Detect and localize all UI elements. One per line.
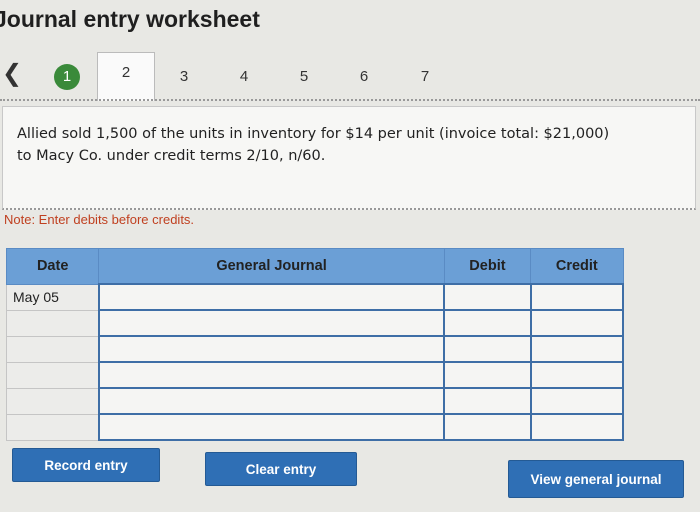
step-divider (0, 99, 700, 101)
date-cell (5, 413, 100, 441)
step-7[interactable]: 7 (412, 64, 438, 90)
step-6[interactable]: 6 (351, 64, 377, 90)
table-row (5, 361, 625, 389)
debit-input[interactable] (443, 309, 532, 337)
page-title: Journal entry worksheet (0, 6, 260, 32)
table-row (5, 335, 625, 363)
entry-note: Note: Enter debits before credits. (4, 212, 195, 227)
date-cell (5, 361, 100, 389)
date-column-header: Date (5, 248, 100, 285)
credit-input[interactable] (529, 413, 625, 441)
credit-input[interactable] (529, 387, 625, 415)
table-row (5, 413, 625, 441)
step-2[interactable]: 2 (97, 52, 155, 101)
account-input[interactable] (97, 361, 446, 389)
credit-input[interactable] (529, 361, 625, 389)
general-journal-column-header: General Journal (98, 248, 445, 285)
debit-input[interactable] (443, 387, 532, 415)
credit-input[interactable] (529, 335, 625, 363)
debit-input[interactable] (443, 413, 532, 441)
debit-column-header: Debit (443, 248, 532, 285)
date-cell: May 05 (5, 283, 100, 311)
transaction-description: Allied sold 1,500 of the units in invent… (17, 126, 610, 164)
chevron-left-icon[interactable]: ❮ (2, 62, 22, 86)
debit-input[interactable] (443, 335, 532, 363)
account-input[interactable] (97, 283, 446, 311)
account-input[interactable] (97, 309, 446, 337)
step-5[interactable]: 5 (291, 64, 317, 90)
account-input[interactable] (97, 335, 446, 363)
transaction-description-panel: Allied sold 1,500 of the units in invent… (2, 106, 696, 210)
view-general-journal-button[interactable]: View general journal (508, 460, 684, 498)
credit-input[interactable] (529, 283, 625, 311)
debit-input[interactable] (443, 283, 532, 311)
table-row: May 05 (5, 283, 625, 311)
step-3[interactable]: 3 (171, 64, 197, 90)
date-cell (5, 309, 100, 337)
clear-entry-button[interactable]: Clear entry (205, 452, 357, 486)
record-entry-button[interactable]: Record entry (12, 448, 160, 482)
step-navigator: ❮ 1 2 3 4 5 6 7 (0, 52, 700, 102)
step-4[interactable]: 4 (231, 64, 257, 90)
account-input[interactable] (97, 387, 446, 415)
date-cell (5, 335, 100, 363)
table-row (5, 387, 625, 415)
date-cell (5, 387, 100, 415)
table-row (5, 309, 625, 337)
step-1[interactable]: 1 (54, 64, 80, 90)
account-input[interactable] (97, 413, 446, 441)
debit-input[interactable] (443, 361, 532, 389)
journal-table: Date General Journal Debit Credit May 05 (5, 248, 625, 441)
credit-input[interactable] (529, 309, 625, 337)
credit-column-header: Credit (530, 248, 624, 285)
